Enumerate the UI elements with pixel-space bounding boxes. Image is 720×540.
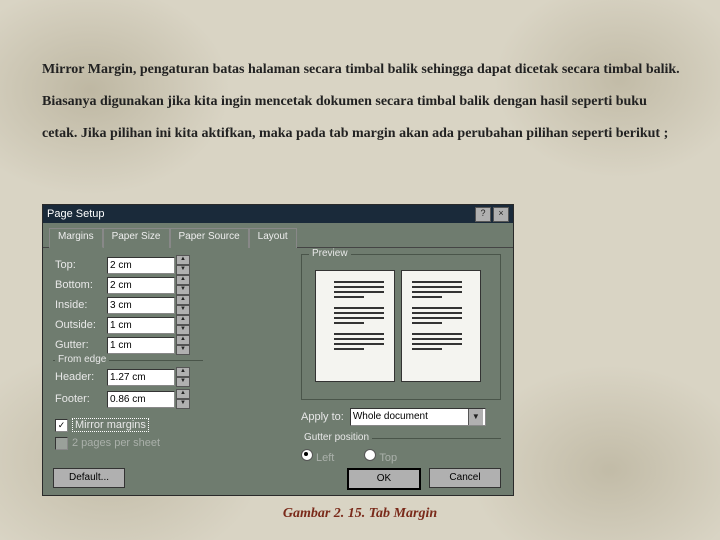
chevron-down-icon[interactable]: ▼ [468, 409, 483, 425]
label-gutter: Gutter: [55, 339, 107, 351]
label-inside: Inside: [55, 299, 107, 311]
input-footer[interactable]: 0.86 cm [107, 391, 175, 408]
spin-down-icon[interactable]: ▼ [176, 265, 190, 275]
tab-strip: Margins Paper Size Paper Source Layout [43, 223, 513, 248]
label-apply-to: Apply to: [301, 411, 344, 423]
checkbox-mirror[interactable]: ✓ [55, 419, 68, 432]
default-button[interactable]: Default... [53, 468, 125, 488]
body-paragraph: Mirror Margin, pengaturan batas halaman … [42, 54, 682, 151]
input-top[interactable]: 2 cm [107, 257, 175, 274]
label-from-edge: From edge [55, 354, 109, 365]
spin-down-icon[interactable]: ▼ [176, 325, 190, 335]
label-mirror: Mirror margins [72, 418, 149, 432]
label-gutter-position: Gutter position [301, 432, 372, 443]
input-bottom[interactable]: 2 cm [107, 277, 175, 294]
tab-layout[interactable]: Layout [249, 228, 297, 248]
radio-gutter-top: Top [364, 449, 397, 464]
input-outside[interactable]: 1 cm [107, 317, 175, 334]
spin-down-icon[interactable]: ▼ [176, 305, 190, 315]
tab-paper-source[interactable]: Paper Source [170, 228, 249, 248]
label-top: Top: [55, 259, 107, 271]
spin-up-icon[interactable]: ▲ [176, 315, 190, 325]
spin-down-icon[interactable]: ▼ [176, 345, 190, 355]
spin-up-icon[interactable]: ▲ [176, 295, 190, 305]
close-icon[interactable]: × [493, 207, 509, 222]
label-outside: Outside: [55, 319, 107, 331]
figure-caption: Gambar 2. 15. Tab Margin [0, 506, 720, 522]
label-two-pages: 2 pages per sheet [72, 437, 160, 449]
label-preview: Preview [309, 248, 351, 259]
tab-margins[interactable]: Margins [49, 228, 103, 248]
input-header[interactable]: 1.27 cm [107, 369, 175, 386]
spin-down-icon[interactable]: ▼ [176, 399, 190, 409]
label-footer: Footer: [55, 393, 107, 405]
help-icon[interactable]: ? [475, 207, 491, 222]
tab-paper-size[interactable]: Paper Size [103, 228, 170, 248]
label-header: Header: [55, 371, 107, 383]
spin-up-icon[interactable]: ▲ [176, 255, 190, 265]
dialog-title: Page Setup [47, 205, 105, 223]
spin-up-icon[interactable]: ▲ [176, 335, 190, 345]
spin-up-icon[interactable]: ▲ [176, 275, 190, 285]
label-bottom: Bottom: [55, 279, 107, 291]
checkbox-two-pages [55, 437, 68, 450]
spin-up-icon[interactable]: ▲ [176, 389, 190, 399]
input-inside[interactable]: 3 cm [107, 297, 175, 314]
title-bar: Page Setup ? × [43, 205, 513, 223]
spin-up-icon[interactable]: ▲ [176, 367, 190, 377]
cancel-button[interactable]: Cancel [429, 468, 501, 488]
ok-button[interactable]: OK [347, 468, 421, 490]
select-apply-to-value: Whole document [353, 409, 428, 425]
preview-pages [315, 270, 481, 382]
spin-down-icon[interactable]: ▼ [176, 377, 190, 387]
select-apply-to[interactable]: Whole document ▼ [350, 408, 486, 426]
radio-gutter-left: Left [301, 449, 334, 464]
input-gutter[interactable]: 1 cm [107, 337, 175, 354]
spin-down-icon[interactable]: ▼ [176, 285, 190, 295]
page-setup-dialog: Page Setup ? × Margins Paper Size Paper … [42, 204, 514, 496]
